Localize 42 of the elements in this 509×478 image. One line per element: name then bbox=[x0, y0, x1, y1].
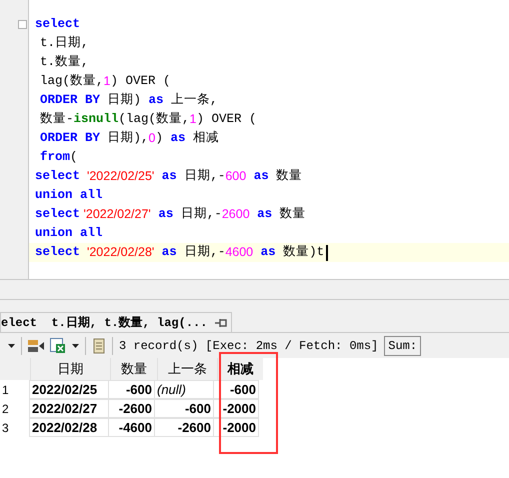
table-cell: 2022/02/28 bbox=[29, 418, 109, 437]
table-cell: -600 bbox=[108, 380, 155, 399]
code-line: ORDER BY 日期) as 上一条, bbox=[39, 92, 219, 110]
sum-field: Sum: bbox=[384, 336, 422, 356]
row-number: 1 bbox=[1, 382, 10, 398]
column-header[interactable]: 日期 bbox=[30, 358, 110, 380]
text-cursor bbox=[326, 244, 328, 260]
code-line: union all bbox=[34, 187, 104, 204]
code-line: select bbox=[34, 16, 82, 34]
table-cell: -600 bbox=[154, 399, 214, 418]
export-icon[interactable] bbox=[28, 338, 44, 352]
record-status: 3 record(s) [Exec: 2ms / Fetch: 0ms] bbox=[119, 338, 378, 354]
caret-icon[interactable] bbox=[72, 344, 79, 348]
code-line: from( bbox=[39, 149, 79, 166]
code-line: 数量-isnull(lag(数量,1) OVER ( bbox=[39, 111, 258, 128]
table-cell: -2600 bbox=[154, 418, 214, 437]
column-header[interactable]: 数量 bbox=[110, 358, 157, 380]
table-cell: -600 bbox=[213, 380, 259, 399]
code-line: t.日期, bbox=[39, 34, 90, 52]
code-editor[interactable] bbox=[0, 0, 509, 280]
code-line: ORDER BY 日期),0) as 相减 bbox=[39, 130, 220, 148]
code-line: union all bbox=[34, 225, 104, 242]
row-number: 2 bbox=[1, 400, 10, 418]
spreadsheet-icon[interactable] bbox=[50, 338, 66, 354]
row-number: 3 bbox=[1, 420, 10, 436]
scroll-icon[interactable] bbox=[92, 338, 106, 354]
code-line: lag(数量,1) OVER ( bbox=[39, 73, 172, 90]
table-cell: -2000 bbox=[213, 418, 259, 437]
table-cell: -4600 bbox=[108, 418, 155, 437]
table-cell: -2600 bbox=[108, 399, 155, 418]
pin-icon[interactable] bbox=[215, 318, 228, 328]
table-cell: 2022/02/27 bbox=[29, 399, 109, 418]
table-cell: -2000 bbox=[213, 399, 259, 418]
column-header[interactable]: 相减 bbox=[217, 358, 263, 380]
caret-icon[interactable] bbox=[8, 344, 15, 348]
code-line: t.数量, bbox=[39, 54, 90, 72]
column-header[interactable]: 上一条 bbox=[157, 358, 217, 380]
table-cell: 2022/02/25 bbox=[29, 380, 109, 399]
table-cell: (null) bbox=[154, 380, 214, 399]
result-tab[interactable]: elect t.日期, t.数量, lag(... bbox=[0, 312, 232, 332]
code-line: select '2022/02/25' as 日期,-600 as 数量 bbox=[34, 168, 304, 186]
code-line: select '2022/02/27' as 日期,-2600 as 数量 bbox=[34, 206, 307, 224]
